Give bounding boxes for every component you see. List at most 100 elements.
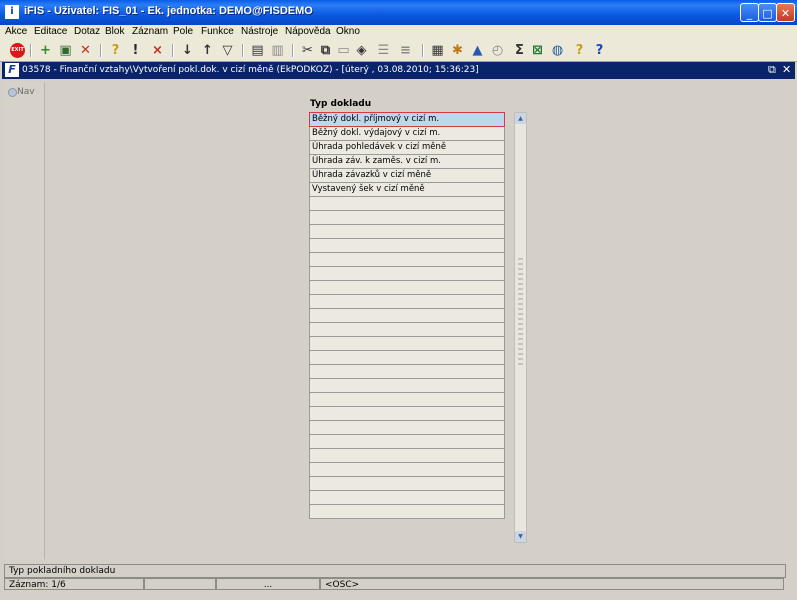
paste-icon[interactable]: ▭ <box>336 43 351 58</box>
table-row[interactable]: Vystavený šek v cizí měně <box>309 183 505 197</box>
table-row[interactable] <box>309 449 505 463</box>
rows-icon[interactable]: ≡ <box>398 43 413 58</box>
excel-icon[interactable]: ⊠ <box>530 43 545 58</box>
form-title-bar[interactable]: F 03578 - Finanční vztahy\Vytvoření pokl… <box>2 62 795 79</box>
table-row[interactable] <box>309 323 505 337</box>
sort-desc-icon[interactable]: ↑ <box>200 43 215 58</box>
menu-napoveda[interactable]: Nápověda <box>285 26 331 37</box>
table-row[interactable] <box>309 309 505 323</box>
form-content: Nav Typ dokladu Běžný dokl. příjmový v c… <box>2 80 795 561</box>
cancel-query-icon[interactable]: × <box>150 43 165 58</box>
about-icon[interactable]: ? <box>592 43 607 58</box>
toolbar-separator <box>172 44 174 57</box>
table-row[interactable] <box>309 477 505 491</box>
filter-icon[interactable]: ▽ <box>220 43 235 58</box>
execute-query-icon[interactable]: ! <box>128 43 143 58</box>
enter-query-icon[interactable]: ? <box>108 43 123 58</box>
table-row[interactable] <box>309 491 505 505</box>
table-row[interactable] <box>309 365 505 379</box>
table-row[interactable] <box>309 463 505 477</box>
minimize-button[interactable]: _ <box>740 3 759 22</box>
table-row[interactable]: Úhrada závazků v cizí měně <box>309 169 505 183</box>
form-close-icon[interactable]: ✕ <box>782 64 791 76</box>
copy-icon[interactable]: ⧉ <box>318 43 333 58</box>
menu-akce[interactable]: Akce <box>5 26 27 37</box>
toolbar-separator <box>292 44 294 57</box>
window-title: iFIS - Uživatel: FIS_01 - Ek. jednotka: … <box>24 5 313 17</box>
table-row[interactable] <box>309 295 505 309</box>
app-logo-icon: i <box>5 5 19 19</box>
scroll-down-icon[interactable]: ▼ <box>515 531 526 542</box>
form-title: 03578 - Finanční vztahy\Vytvoření pokl.d… <box>22 65 479 75</box>
delete-icon[interactable]: ✕ <box>78 43 93 58</box>
table-row[interactable] <box>309 281 505 295</box>
maximize-button[interactable]: □ <box>758 3 777 22</box>
status-ellipsis: ... <box>216 578 320 590</box>
toolbar: EXIT + ▣ ✕ ? ! × ↓ ↑ ▽ ▤ ▥ ✂ ⧉ ▭ ◈ ☰ ≡ ▦… <box>0 40 797 62</box>
columns-icon[interactable]: ☰ <box>376 43 391 58</box>
table-row[interactable] <box>309 505 505 519</box>
table-row[interactable] <box>309 379 505 393</box>
table-row[interactable] <box>309 421 505 435</box>
table-row[interactable] <box>309 393 505 407</box>
menu-pole[interactable]: Pole <box>173 26 193 37</box>
menu-nastroje[interactable]: Nástroje <box>241 26 278 37</box>
menu-okno[interactable]: Okno <box>336 26 360 37</box>
scroll-up-icon[interactable]: ▲ <box>515 113 526 124</box>
record-list: Běžný dokl. příjmový v cizí m. Běžný dokl… <box>309 112 505 519</box>
column-header: Typ dokladu <box>310 99 372 109</box>
clock-icon[interactable]: ◴ <box>490 43 505 58</box>
status-bar: Záznam: 1/6 ... <OSC> <box>4 578 784 590</box>
web-icon[interactable]: ◍ <box>550 43 565 58</box>
menu-blok[interactable]: Blok <box>105 26 124 37</box>
table-row[interactable]: Úhrada pohledávek v cizí měně <box>309 141 505 155</box>
exit-icon[interactable]: EXIT <box>10 43 25 58</box>
sort-asc-icon[interactable]: ↓ <box>180 43 195 58</box>
table-row[interactable] <box>309 225 505 239</box>
status-mode: <OSC> <box>320 578 784 590</box>
table-row[interactable] <box>309 211 505 225</box>
new-record-icon[interactable]: + <box>38 43 53 58</box>
record-counter: Záznam: 1/6 <box>4 578 144 590</box>
scroll-grip[interactable] <box>518 258 523 368</box>
menu-zaznam[interactable]: Záznam <box>132 26 168 37</box>
table-row[interactable]: Běžný dokl. výdajový v cizí m. <box>309 127 505 141</box>
chart-icon[interactable]: ▲ <box>470 43 485 58</box>
nav-panel[interactable]: Nav <box>4 82 45 559</box>
help-icon[interactable]: ? <box>572 43 587 58</box>
print-preview-icon[interactable]: ▥ <box>270 43 285 58</box>
table-row[interactable] <box>309 351 505 365</box>
close-button[interactable]: ✕ <box>776 3 795 22</box>
vertical-scrollbar[interactable]: ▲ ▼ <box>514 112 527 543</box>
field-hint: Typ pokladního dokladu <box>4 564 786 578</box>
menu-funkce[interactable]: Funkce <box>201 26 234 37</box>
menu-dotaz[interactable]: Dotaz <box>74 26 100 37</box>
table-row[interactable] <box>309 267 505 281</box>
toolbar-separator <box>242 44 244 57</box>
settings-icon[interactable]: ✱ <box>450 43 465 58</box>
open-icon[interactable]: ▣ <box>58 43 73 58</box>
table-row[interactable] <box>309 253 505 267</box>
calculator-icon[interactable]: ▦ <box>430 43 445 58</box>
cut-icon[interactable]: ✂ <box>300 43 315 58</box>
menu-editace[interactable]: Editace <box>34 26 67 37</box>
toolbar-separator <box>100 44 102 57</box>
table-row[interactable]: Úhrada záv. k zaměs. v cizí m. <box>309 155 505 169</box>
toolbar-separator <box>30 44 32 57</box>
table-row[interactable]: Běžný dokl. příjmový v cizí m. <box>309 112 505 127</box>
print-icon[interactable]: ▤ <box>250 43 265 58</box>
table-row[interactable] <box>309 407 505 421</box>
status-cell-empty <box>144 578 216 590</box>
sum-icon[interactable]: Σ <box>512 43 527 58</box>
menu-bar: Akce Editace Dotaz Blok Záznam Pole Funk… <box>0 25 797 40</box>
table-row[interactable] <box>309 197 505 211</box>
lov-icon[interactable]: ◈ <box>354 43 369 58</box>
nav-globe-icon <box>8 88 17 97</box>
app-window: i iFIS - Uživatel: FIS_01 - Ek. jednotka… <box>0 0 797 600</box>
table-row[interactable] <box>309 435 505 449</box>
table-row[interactable] <box>309 239 505 253</box>
title-bar[interactable]: i iFIS - Uživatel: FIS_01 - Ek. jednotka… <box>0 0 797 25</box>
table-row[interactable] <box>309 337 505 351</box>
restore-icon[interactable]: ⧉ <box>768 64 776 76</box>
nav-label: Nav <box>17 87 35 97</box>
